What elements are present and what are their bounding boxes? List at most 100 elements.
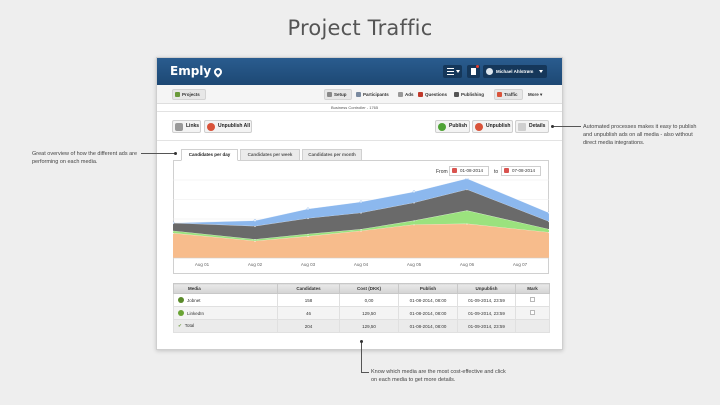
project-subtitle-bar: Business Controller - 1765 xyxy=(157,104,562,112)
from-date-input[interactable]: 01-08-2014 xyxy=(449,166,489,176)
callout-bottom-dot xyxy=(360,340,363,343)
chart-x-tick-label: Aug 06 xyxy=(460,262,475,267)
header-cost[interactable]: Cost (DKK) xyxy=(339,283,399,294)
logo-mark-icon xyxy=(212,66,224,78)
nav-item-setup[interactable]: Setup xyxy=(324,89,352,100)
links-button[interactable]: Links xyxy=(172,120,201,133)
table-row[interactable]: Jobnet 158 0,00 01-08-2014, 08:00 01-09-… xyxy=(173,293,550,307)
cost-cell: 0,00 xyxy=(339,293,399,307)
cost-cell: 129,50 xyxy=(339,319,399,333)
nav-item-traffic[interactable]: Traffic xyxy=(494,89,523,100)
media-logo-icon xyxy=(178,310,184,316)
tab-candidates-per-day[interactable]: Candidates per day xyxy=(181,149,238,161)
unpublish-cell: 01-09-2014, 23:59 xyxy=(457,319,516,333)
to-label: to xyxy=(494,169,499,175)
media-name: LinkedIn xyxy=(187,311,205,316)
callout-bottom: Know which media are the most cost-effec… xyxy=(371,369,506,383)
nav-item-label: Publishing xyxy=(461,92,484,97)
toolbar-divider xyxy=(157,140,562,141)
ads-icon xyxy=(398,92,403,97)
table-total-row: ✔ Total 204 129,50 01-08-2014, 08:00 01-0… xyxy=(173,319,550,333)
chart-x-tick-label: Aug 01 xyxy=(195,262,210,267)
chevron-down-icon: ▾ xyxy=(540,92,543,97)
chart-x-tick-label: Aug 02 xyxy=(248,262,263,267)
nav-item-questions[interactable]: Questions xyxy=(417,89,447,100)
user-menu-button[interactable]: Michael Ahlstrøm xyxy=(483,65,547,78)
chart-point[interactable] xyxy=(547,211,549,215)
emply-logo[interactable]: Emply xyxy=(170,64,224,78)
unpublish-all-button[interactable]: Unpublish All xyxy=(204,120,252,133)
callout-right: Automated processes makes it easy to pub… xyxy=(583,124,697,146)
mark-cell xyxy=(515,306,550,320)
candidates-cell: 204 xyxy=(277,319,340,333)
nav-item-label: Ads xyxy=(405,92,414,97)
publish-label: Publish xyxy=(449,123,468,129)
callout-right-dot xyxy=(551,125,554,128)
to-date-value: 07-08-2014 xyxy=(512,168,536,173)
links-label: Links xyxy=(186,123,200,129)
play-icon xyxy=(454,92,459,97)
chart-point[interactable] xyxy=(359,200,363,204)
unpublish-cell: 01-09-2014, 23:59 xyxy=(457,306,516,320)
callout-left: Great overview of how the different ads … xyxy=(32,151,138,165)
header-unpublish[interactable]: Unpublish xyxy=(457,283,516,294)
unpublish-cell: 01-09-2014, 23:59 xyxy=(457,293,516,307)
chevron-down-icon xyxy=(539,70,543,73)
header-publish[interactable]: Publish xyxy=(398,283,458,294)
projects-back-button[interactable]: Projects xyxy=(172,89,206,100)
details-button[interactable]: Details xyxy=(515,120,549,133)
unpublish-all-label: Unpublish All xyxy=(218,123,251,129)
notification-icon[interactable] xyxy=(467,65,480,78)
media-name: Jobnet xyxy=(187,298,201,303)
unpublish-label: Unpublish xyxy=(486,123,511,129)
table-row[interactable]: LinkedIn 46 129,50 01-08-2014, 08:00 01-… xyxy=(173,306,550,320)
project-subtitle: Business Controller - 1765 xyxy=(331,105,379,110)
chart-x-tick-label: Aug 04 xyxy=(354,262,369,267)
unpublish-button[interactable]: Unpublish xyxy=(472,120,513,133)
nav-item-label: Setup xyxy=(334,92,347,97)
publish-button[interactable]: Publish xyxy=(435,120,470,133)
mark-checkbox[interactable] xyxy=(530,310,535,315)
chart-point[interactable] xyxy=(412,190,416,194)
chart-point[interactable] xyxy=(253,219,257,222)
nav-item-publishing[interactable]: Publishing xyxy=(453,89,484,100)
chart-x-tick-label: Aug 03 xyxy=(301,262,316,267)
chart-point[interactable] xyxy=(306,207,310,211)
app-window: Emply Michael Ahlstrøm Projects Setup Pa… xyxy=(156,57,563,350)
candidates-cell: 46 xyxy=(277,306,340,320)
header-candidates[interactable]: Candidates xyxy=(277,283,340,294)
calendar-icon xyxy=(452,168,457,173)
media-logo-icon xyxy=(178,297,184,303)
nav-item-label: Questions xyxy=(425,92,448,97)
to-date-input[interactable]: 07-08-2014 xyxy=(501,166,541,176)
media-cell: ✔ Total xyxy=(173,319,278,333)
nav-item-label: Participants xyxy=(363,92,389,97)
nav-item-participants[interactable]: Participants xyxy=(355,89,389,100)
menu-icon[interactable] xyxy=(443,65,462,78)
header-media[interactable]: Media xyxy=(173,283,278,294)
slide-title: Project Traffic xyxy=(287,16,433,40)
chart-x-tick-label: Aug 05 xyxy=(407,262,422,267)
mark-checkbox[interactable] xyxy=(530,297,535,302)
nav-item-ads[interactable]: Ads xyxy=(397,89,414,100)
chart-point[interactable] xyxy=(465,178,469,180)
check-icon: ✔ xyxy=(178,323,182,328)
nav-item-more[interactable]: More ▾ xyxy=(523,89,542,100)
question-icon xyxy=(418,92,423,97)
arrow-left-icon xyxy=(175,92,180,97)
details-label: Details xyxy=(529,123,546,129)
callout-right-line xyxy=(553,126,581,127)
publish-cell: 01-08-2014, 08:00 xyxy=(398,293,458,307)
media-cell[interactable]: LinkedIn xyxy=(173,306,278,320)
nav-item-label: Traffic xyxy=(504,92,518,97)
people-icon xyxy=(356,92,361,97)
header-mark: Mark xyxy=(515,283,550,294)
nav-bar: Projects Setup Participants Ads Question… xyxy=(157,85,562,104)
cost-cell: 129,50 xyxy=(339,306,399,320)
logo-text: Emply xyxy=(170,64,212,78)
details-icon xyxy=(518,123,526,131)
avatar xyxy=(486,68,493,75)
chart-point[interactable] xyxy=(173,221,175,225)
projects-label: Projects xyxy=(182,92,200,97)
media-cell[interactable]: Jobnet xyxy=(173,293,278,307)
